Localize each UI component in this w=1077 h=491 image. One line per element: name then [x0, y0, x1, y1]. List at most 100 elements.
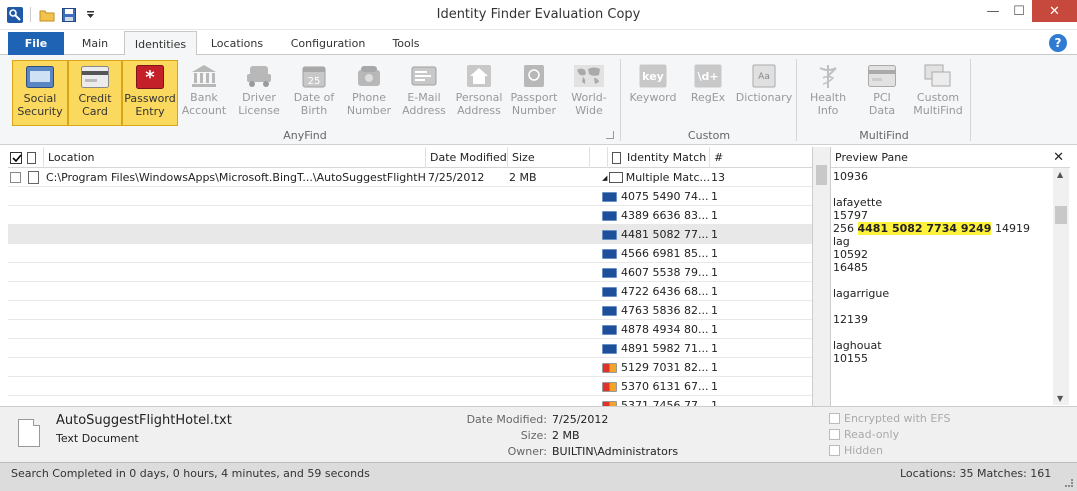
match-row[interactable]: 5129 7031 82... 1 — [8, 358, 812, 377]
match-row[interactable]: 5371 7456 77... 1 — [8, 396, 812, 406]
match-value: 4878 4934 80... — [621, 323, 709, 336]
match-cell: 5371 7456 77... — [602, 396, 712, 406]
visa-card-icon — [602, 286, 617, 297]
tab-identities[interactable]: Identities — [124, 31, 197, 56]
ribbon-tabs: File Main Identities Locations Configura… — [0, 30, 1077, 56]
match-row[interactable]: 4389 6636 83... 1 — [8, 206, 812, 225]
maximize-button[interactable]: ☐ — [1006, 0, 1032, 22]
match-value: 4075 5490 74... — [621, 190, 709, 203]
match-row[interactable]: 4481 5082 77... 1 — [8, 225, 812, 244]
health-info-label: Health Info — [809, 91, 847, 117]
match-cell: 5370 6131 67... — [602, 377, 712, 396]
match-doc-icon — [612, 151, 621, 164]
phone-icon — [354, 63, 384, 89]
social-security-button[interactable]: Social Security — [12, 60, 68, 126]
detail-filetype: Text Document — [56, 432, 139, 445]
results-scroll-thumb[interactable] — [816, 165, 827, 185]
hidden-checkbox[interactable]: Hidden — [829, 444, 883, 457]
help-icon[interactable]: ? — [1049, 34, 1067, 52]
world-wide-label: World- Wide — [571, 91, 607, 117]
results-scrollbar[interactable] — [812, 147, 830, 406]
resize-grip-icon[interactable] — [1065, 479, 1073, 487]
detail-date-label: Date Modified: — [466, 413, 547, 426]
detail-owner-value: BUILTIN\Administrators — [552, 445, 679, 458]
date-of-birth-button[interactable]: 25 Date of Birth — [287, 60, 341, 126]
status-locations: Locations: 35 — [900, 467, 974, 480]
driver-license-button[interactable]: Driver License — [232, 60, 286, 126]
pci-data-icon — [867, 63, 897, 89]
hidden-label: Hidden — [844, 444, 884, 457]
scroll-down-arrow-icon[interactable]: ▼ — [1057, 394, 1063, 403]
row-checkbox[interactable] — [10, 168, 24, 187]
calendar-icon: 25 — [299, 63, 329, 89]
collapse-arrow-icon[interactable]: ◢ — [602, 174, 607, 182]
results-header: Location Date Modified Size Identity Mat… — [8, 147, 812, 168]
preview-scrollbar[interactable]: ▲ ▼ — [1053, 168, 1069, 405]
mastercard-icon — [602, 381, 617, 392]
minimize-button[interactable]: — — [980, 0, 1006, 22]
column-date-modified[interactable]: Date Modified — [426, 147, 508, 168]
world-wide-button[interactable]: World- Wide — [562, 60, 616, 126]
pci-data-button[interactable]: PCI Data — [856, 60, 908, 126]
match-row[interactable]: 4722 6436 68... 1 — [8, 282, 812, 301]
personal-address-button[interactable]: Personal Address — [452, 60, 506, 126]
bank-account-button[interactable]: Bank Account — [178, 60, 230, 126]
column-size[interactable]: Size — [508, 147, 590, 168]
tab-main[interactable]: Main — [70, 31, 120, 55]
visa-card-icon — [602, 324, 617, 335]
mastercard-icon — [602, 362, 617, 373]
match-count: 1 — [711, 342, 718, 355]
column-count[interactable]: # — [710, 147, 812, 168]
tab-tools[interactable]: Tools — [384, 31, 428, 55]
preview-scroll-thumb[interactable] — [1055, 206, 1067, 224]
dictionary-button[interactable]: Aa Dictionary — [736, 60, 792, 126]
match-count: 1 — [711, 361, 718, 374]
detail-date-value: 7/25/2012 — [552, 413, 609, 426]
tab-configuration[interactable]: Configuration — [280, 31, 376, 55]
match-row[interactable]: 4878 4934 80... 1 — [8, 320, 812, 339]
credit-card-button[interactable]: Credit Card — [68, 60, 122, 126]
tab-locations[interactable]: Locations — [204, 31, 270, 55]
preview-text-after: lag 10592 16485 lagarrigue 12139 laghoua… — [833, 235, 890, 365]
window-title: Identity Finder Evaluation Copy — [436, 7, 641, 22]
file-row[interactable]: C:\Program Files\WindowsApps\Microsoft.B… — [8, 168, 812, 187]
keyword-icon: key — [638, 63, 668, 89]
column-location[interactable]: Location — [44, 147, 426, 168]
match-row[interactable]: 4607 5538 79... 1 — [8, 263, 812, 282]
match-row[interactable]: 4763 5836 82... 1 — [8, 301, 812, 320]
select-all-checkbox[interactable] — [10, 151, 22, 164]
health-info-button[interactable]: Health Info — [802, 60, 854, 126]
regex-icon-text: \d+ — [697, 70, 718, 83]
match-count: 1 — [711, 228, 718, 241]
scroll-up-arrow-icon[interactable]: ▲ — [1057, 170, 1063, 179]
password-entry-button[interactable]: * Password Entry — [122, 60, 178, 126]
match-row[interactable]: 4891 5982 71... 1 — [8, 339, 812, 358]
column-identity-match[interactable]: Identity Match — [608, 147, 710, 168]
match-row[interactable]: 4075 5490 74... 1 — [8, 187, 812, 206]
close-button[interactable]: ✕ — [1032, 0, 1077, 22]
tab-file[interactable]: File — [8, 32, 64, 55]
keyword-button[interactable]: key Keyword — [626, 60, 680, 126]
preview-close-icon[interactable]: ✕ — [1053, 150, 1064, 165]
passport-icon — [519, 63, 549, 89]
custom-group-label: Custom — [687, 129, 731, 142]
match-value: 5129 7031 82... — [621, 361, 709, 374]
encrypted-checkbox[interactable]: Encrypted with EFS — [829, 412, 950, 425]
regex-button[interactable]: \d+ RegEx — [681, 60, 735, 126]
calendar-day-text: 25 — [308, 76, 321, 87]
passport-number-button[interactable]: Passport Number — [507, 60, 561, 126]
phone-number-button[interactable]: Phone Number — [342, 60, 396, 126]
match-cell: 4481 5082 77... — [602, 225, 712, 244]
group-separator — [970, 59, 971, 141]
custom-multifind-button[interactable]: Custom MultiFind — [910, 60, 966, 126]
preview-text: 10936 lafayette 15797 256 4481 5082 7734… — [833, 170, 1051, 404]
group-launcher-icon[interactable] — [606, 131, 614, 139]
match-count: 1 — [711, 209, 718, 222]
encrypted-label: Encrypted with EFS — [844, 412, 951, 425]
detail-size-label: Size: — [520, 429, 547, 442]
visa-card-icon — [602, 305, 617, 316]
readonly-checkbox[interactable]: Read-only — [829, 428, 899, 441]
email-address-button[interactable]: E-Mail Address — [397, 60, 451, 126]
match-row[interactable]: 5370 6131 67... 1 — [8, 377, 812, 396]
match-row[interactable]: 4566 6981 85... 1 — [8, 244, 812, 263]
